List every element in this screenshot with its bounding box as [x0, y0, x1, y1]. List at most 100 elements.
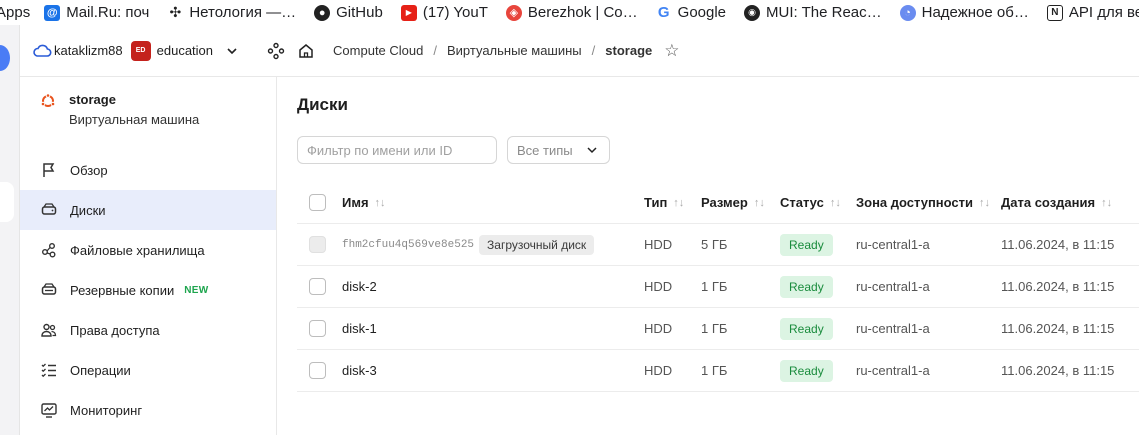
disk-created: 11.06.2024, в 11:15: [1001, 279, 1115, 294]
column-size[interactable]: Размер ↑↓: [701, 182, 765, 223]
disks-table: Имя ↑↓ Тип ↑↓ Размер ↑↓ Статус ↑↓ Зона досту…: [297, 182, 1139, 392]
disk-type: HDD: [644, 237, 673, 252]
disk-created: 11.06.2024, в 11:15: [1001, 237, 1115, 252]
disk-size: 1 ГБ: [701, 321, 728, 336]
rail-selected-item[interactable]: [0, 182, 14, 222]
disk-name[interactable]: disk-1: [342, 308, 377, 349]
sort-icon: ↑↓: [374, 196, 386, 209]
type-select[interactable]: Все типы: [507, 136, 610, 164]
backup-icon: [41, 283, 57, 295]
filter-input[interactable]: [297, 136, 497, 164]
breadcrumb-compute-cloud[interactable]: Compute Cloud: [333, 43, 423, 58]
sidebar-item-file-storage[interactable]: Файловые хранилища: [20, 230, 276, 270]
chevron-down-icon: [587, 147, 597, 154]
bookmark-mailru[interactable]: @ Mail.Ru: поч: [44, 4, 149, 21]
file-storage-icon: [42, 243, 56, 258]
google-icon: G: [657, 4, 670, 21]
disk-created: 11.06.2024, в 11:15: [1001, 363, 1115, 378]
main-content: Диски Все типы Имя↑↓ Тип↑↓ Размер↑↓ Стат…: [277, 77, 1139, 435]
sidebar-item-backups[interactable]: Резервные копии NEW: [20, 270, 276, 310]
bookmark-apps[interactable]: Apps: [0, 4, 30, 21]
disk-zone: ru-central1-a: [856, 237, 930, 252]
bookmark-youtube[interactable]: ▶ (17) YouT: [400, 4, 488, 21]
row-checkbox[interactable]: [309, 278, 326, 295]
sidebar-item-operations[interactable]: Операции: [20, 350, 276, 390]
boot-disk-badge: Загрузочный диск: [479, 234, 595, 255]
page-title: Диски: [297, 95, 348, 114]
vm-header: storage Виртуальная машина: [40, 92, 199, 127]
breadcrumb-separator: /: [591, 43, 596, 58]
table-row[interactable]: fhm2cfuu4q569ve8e525 Загрузочный диск HDD…: [297, 224, 1139, 266]
sort-icon: ↑↓: [979, 196, 991, 209]
vm-subtitle: Виртуальная машина: [69, 112, 200, 127]
sidebar-menu: Обзор Диски Файловые хранилища Резервные…: [20, 150, 276, 430]
table-row[interactable]: disk-1 HDD 1 ГБ Ready ru-central1-a 11.0…: [297, 308, 1139, 350]
column-name[interactable]: Имя ↑↓: [342, 182, 386, 223]
breadcrumb-storage: storage: [605, 43, 653, 58]
sidebar-item-monitoring[interactable]: Мониторинг: [20, 390, 276, 430]
avatar[interactable]: [0, 45, 10, 71]
status-badge: Ready: [780, 317, 833, 340]
status-badge: Ready: [780, 359, 833, 382]
ubuntu-icon: [40, 93, 56, 107]
disk-name[interactable]: disk-2: [342, 266, 377, 307]
disk-type: HDD: [644, 321, 673, 336]
bookmarks-bar: Apps @ Mail.Ru: поч ✣ Нетология —… ● GitHub…: [0, 0, 1139, 25]
monitoring-icon: [41, 403, 57, 418]
row-checkbox[interactable]: [309, 362, 326, 379]
bookmark-mui[interactable]: ◉ MUI: The Reac…: [744, 4, 882, 21]
bookmark-reliable[interactable]: ◔ Надежное об…: [899, 4, 1029, 21]
disk-name[interactable]: fhm2cfuu4q569ve8e525: [342, 239, 474, 251]
left-rail: [0, 25, 20, 435]
column-zone[interactable]: Зона доступности ↑↓: [856, 182, 990, 223]
table-row[interactable]: disk-3 HDD 1 ГБ Ready ru-central1-a 11.0…: [297, 350, 1139, 392]
disk-name[interactable]: disk-3: [342, 350, 377, 391]
home-icon[interactable]: [297, 42, 315, 60]
disk-zone: ru-central1-a: [856, 279, 930, 294]
sidebar-item-overview[interactable]: Обзор: [20, 150, 276, 190]
cloud-name[interactable]: kataklizm88: [54, 43, 123, 58]
sidebar: storage Виртуальная машина Обзор Диски Ф…: [20, 77, 277, 435]
star-icon[interactable]: ☆: [664, 41, 679, 61]
disk-size: 1 ГБ: [701, 279, 728, 294]
sort-icon: ↑↓: [829, 196, 841, 209]
sort-icon: ↑↓: [753, 196, 765, 209]
disk-type: HDD: [644, 363, 673, 378]
bookmark-api[interactable]: NAPI для веб: [1046, 4, 1139, 21]
table-header: Имя ↑↓ Тип ↑↓ Размер ↑↓ Статус ↑↓ Зона досту…: [297, 182, 1139, 224]
disk-size: 1 ГБ: [701, 363, 728, 378]
folder-name[interactable]: education: [157, 43, 213, 58]
disk-size: 5 ГБ: [701, 237, 728, 252]
bookmark-berezhok[interactable]: ◈ Berezhok | Co…: [505, 4, 638, 21]
disk-icon: [41, 203, 57, 215]
bookmark-google[interactable]: G Google: [656, 4, 726, 21]
disk-created: 11.06.2024, в 11:15: [1001, 321, 1115, 336]
youtube-icon: ▶: [400, 4, 417, 21]
breadcrumb-virtual-machines[interactable]: Виртуальные машины: [447, 43, 582, 58]
select-all-checkbox[interactable]: [309, 194, 326, 211]
bookmark-github[interactable]: ● GitHub: [314, 4, 383, 21]
bookmark-netology[interactable]: ✣ Нетология —…: [167, 4, 296, 21]
berezhok-icon: ◈: [505, 4, 522, 21]
breadcrumb-separator: /: [433, 43, 437, 58]
operations-icon: [41, 363, 56, 378]
row-checkbox[interactable]: [309, 320, 326, 337]
row-checkbox: [309, 236, 326, 253]
disk-zone: ru-central1-a: [856, 321, 930, 336]
column-type[interactable]: Тип ↑↓: [644, 182, 684, 223]
services-icon[interactable]: [267, 42, 285, 60]
flag-icon: [43, 163, 55, 177]
sort-icon: ↑↓: [673, 196, 685, 209]
column-created[interactable]: Дата создания ↑↓: [1001, 182, 1112, 223]
vm-name: storage: [69, 92, 116, 107]
mailru-icon: @: [44, 4, 61, 21]
chevron-down-icon[interactable]: [225, 44, 239, 58]
netology-icon: ✣: [169, 4, 182, 20]
sidebar-item-access[interactable]: Права доступа: [20, 310, 276, 350]
column-status[interactable]: Статус ↑↓: [780, 182, 841, 223]
sidebar-item-disks[interactable]: Диски: [20, 190, 276, 230]
status-badge: Ready: [780, 233, 833, 256]
new-badge: NEW: [184, 284, 209, 296]
cloud-icon: [33, 44, 52, 57]
table-row[interactable]: disk-2 HDD 1 ГБ Ready ru-central1-a 11.0…: [297, 266, 1139, 308]
